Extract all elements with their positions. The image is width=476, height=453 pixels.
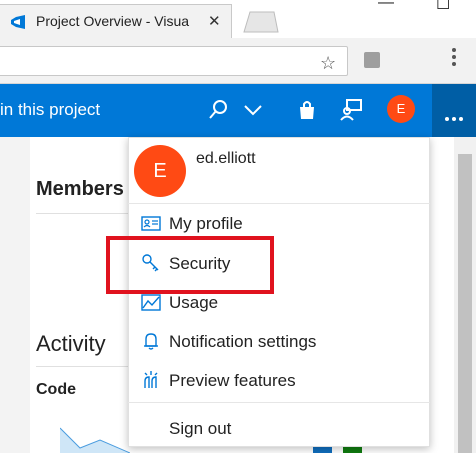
- menu-item-label: My profile: [169, 214, 243, 233]
- activity-bar: [313, 446, 332, 453]
- menu-item-label: Sign out: [169, 419, 232, 438]
- tab-title: Project Overview - Visua: [36, 13, 190, 29]
- menu-item-label: Notification settings: [169, 332, 317, 351]
- members-divider: [36, 213, 136, 214]
- chevron-down-icon[interactable]: [243, 103, 263, 117]
- menu-item-sign-out[interactable]: Sign out: [128, 410, 430, 446]
- address-bar[interactable]: ☆: [0, 46, 348, 76]
- activity-bar: [343, 446, 362, 453]
- maximize-icon[interactable]: ☐: [436, 0, 450, 14]
- menu-item-preview-features[interactable]: Preview features: [128, 362, 430, 398]
- annotation-highlight-box: [106, 236, 274, 294]
- header-avatar[interactable]: E: [387, 95, 415, 123]
- usage-chart-icon: [141, 294, 161, 311]
- visual-studio-icon: [11, 15, 25, 29]
- page-gutter: [0, 137, 30, 453]
- more-icon: [445, 108, 466, 126]
- bell-icon: [144, 333, 158, 350]
- members-heading: Members: [36, 178, 124, 200]
- menu-divider: [128, 203, 430, 204]
- search-scope-text[interactable]: in this project: [0, 100, 100, 120]
- profile-card-icon: [141, 216, 161, 231]
- code-label: Code: [36, 381, 76, 398]
- activity-heading: Activity: [36, 331, 106, 356]
- feedback-icon[interactable]: [339, 98, 363, 122]
- menu-divider: [128, 402, 430, 403]
- menu-item-notification-settings[interactable]: Notification settings: [128, 323, 430, 359]
- preview-features-icon: [144, 371, 158, 388]
- more-actions-button[interactable]: [432, 84, 476, 137]
- menu-avatar: E: [134, 145, 186, 197]
- menu-item-label: Usage: [169, 293, 219, 312]
- browser-tab[interactable]: Project Overview - Visua ✕: [0, 4, 232, 38]
- scrollbar-thumb[interactable]: [458, 154, 472, 453]
- activity-divider: [36, 366, 136, 367]
- tab-close-icon[interactable]: ✕: [208, 12, 221, 30]
- menu-item-label: Preview features: [169, 371, 296, 390]
- minimize-icon[interactable]: —: [378, 0, 394, 12]
- browser-menu-icon[interactable]: [452, 48, 456, 69]
- new-tab-button[interactable]: [240, 10, 280, 34]
- search-icon[interactable]: [207, 99, 229, 121]
- browser-toolbar: ☆: [0, 38, 476, 84]
- extension-icon[interactable]: [364, 52, 380, 68]
- browser-titlebar: Project Overview - Visua ✕ — ☐: [0, 0, 476, 38]
- menu-username: ed.elliott: [196, 150, 256, 167]
- activity-graph: [60, 427, 130, 453]
- marketplace-bag-icon[interactable]: [296, 99, 318, 121]
- bookmark-star-icon[interactable]: ☆: [320, 53, 336, 74]
